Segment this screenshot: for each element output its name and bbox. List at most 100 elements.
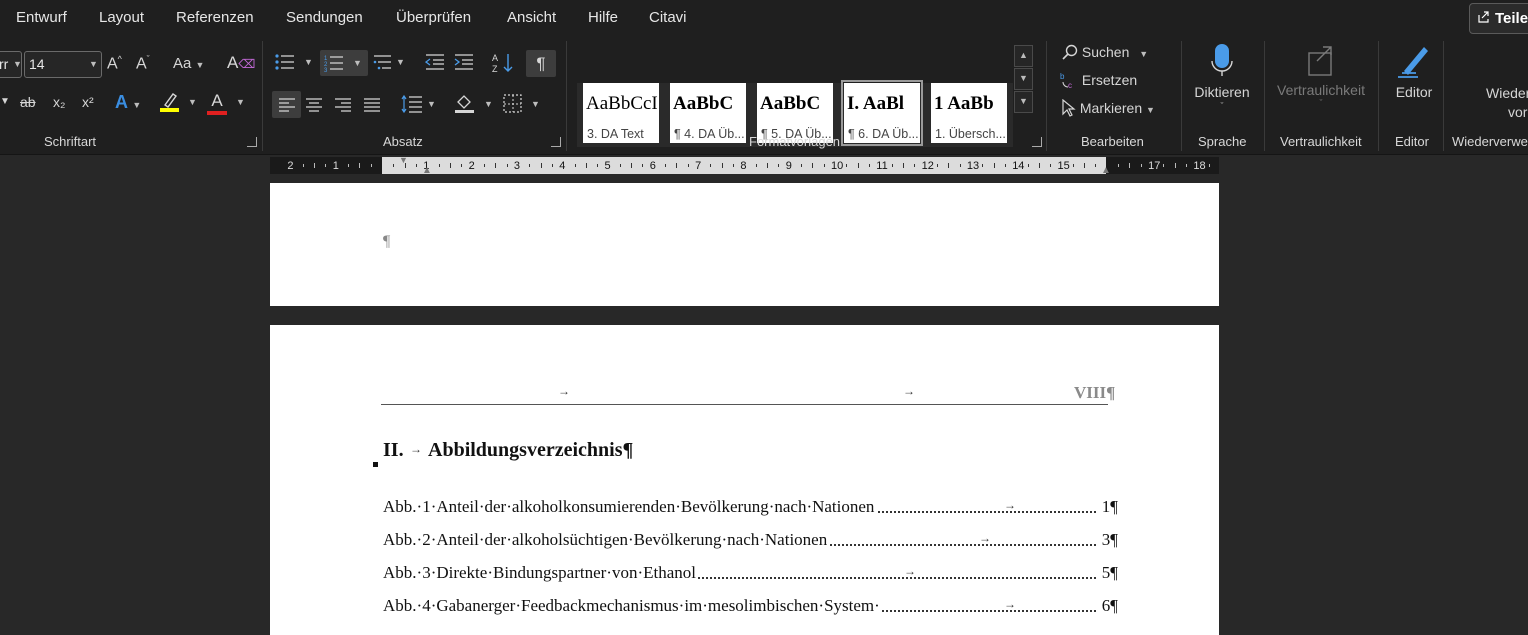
reuse-files-button-line1[interactable]: Wieder [1486, 85, 1528, 101]
group-label-editor: Editor [1395, 134, 1429, 149]
decrease-indent-icon[interactable] [424, 53, 445, 74]
justify-icon[interactable] [363, 97, 381, 116]
font-name-select[interactable]: rr ▼ [0, 51, 22, 78]
font-size-select[interactable]: 14 ▼ [24, 51, 102, 78]
clear-formatting-icon[interactable]: A⌫ [227, 53, 255, 73]
editor-button[interactable]: Editor [1390, 43, 1438, 113]
ruler-tick [348, 164, 350, 167]
sensitivity-button[interactable]: Vertraulichkeit ˇ [1276, 43, 1366, 123]
font-dialog-launcher-icon[interactable] [247, 137, 257, 147]
menu-sendungen[interactable]: Sendungen [286, 9, 363, 26]
dictate-button[interactable]: Diktieren ˇ [1194, 43, 1250, 123]
ruler-tick [438, 164, 440, 167]
ruler-number: 14 [1012, 160, 1025, 172]
style-card-ueberschrift-1[interactable]: 1 AaBb 1. Übersch... [931, 83, 1007, 143]
menu-ansicht[interactable]: Ansicht [507, 9, 556, 26]
toc-entry[interactable]: Abb.·2·Anteil·der·alkoholsüchtigen·Bevöl… [383, 530, 1118, 552]
gallery-scroll-down-icon[interactable]: ▼ [1014, 68, 1033, 90]
find-button[interactable]: Suchen ▼ [1062, 44, 1148, 60]
style-card-da-ueberschrift-6[interactable]: I. AaBl ¶ 6. DA Üb... [841, 80, 923, 146]
ruler-tick [823, 164, 825, 167]
ruler-tick [529, 164, 531, 167]
strikethrough-icon[interactable]: ab [20, 94, 36, 110]
gallery-scroll-up-icon[interactable]: ▲ [1014, 45, 1033, 67]
toc-entry[interactable]: Abb.·4·Gabanerger·Feedbackmechanismus·im… [383, 596, 1118, 618]
change-case-icon[interactable]: Aa ▼ [173, 55, 204, 72]
line-spacing-icon[interactable]: ▼ [401, 94, 436, 117]
paragraph-keep-marker [373, 462, 378, 467]
replace-icon: bc [1060, 72, 1072, 90]
align-left-icon[interactable] [272, 91, 301, 118]
document-page[interactable]: → → VIII¶ II. → Abbildungsverzeichnis¶ [270, 325, 1219, 635]
ruler-tick [540, 163, 542, 168]
ruler-tick [868, 164, 870, 167]
numbered-list-icon[interactable]: 123 ▼ [320, 50, 368, 76]
group-label-reuse: Wiederverwe [1452, 134, 1528, 149]
ruler-tick [857, 163, 859, 168]
share-button[interactable]: Teile [1469, 3, 1528, 34]
ruler-tick [631, 163, 633, 168]
gallery-expand-icon[interactable]: ▼ [1014, 91, 1033, 113]
microphone-icon [1211, 44, 1233, 76]
right-indent-marker-icon[interactable]: ▲ [1101, 165, 1111, 176]
menu-entwurf[interactable]: Entwurf [16, 9, 67, 26]
toc-entry[interactable]: Abb.·1·Anteil·der·alkoholkonsumierenden·… [383, 497, 1118, 519]
ruler-tick [461, 164, 463, 167]
ruler-tick [483, 164, 485, 167]
header-page-number: VIII¶ [1074, 383, 1116, 402]
sort-icon[interactable]: AZ [492, 52, 514, 77]
sensitivity-icon [1308, 46, 1332, 76]
ruler-tick [1050, 164, 1052, 167]
horizontal-ruler[interactable]: 2 1 1 2 3 4 5 6 7 8 9 10 11 12 13 14 15 17 18 ▼ ▲ ▲ [270, 155, 1219, 176]
ruler-number: 17 [1148, 160, 1161, 172]
ruler-tick [1072, 164, 1074, 167]
shrink-font-icon[interactable]: Aˇ [136, 54, 150, 73]
ruler-tick [449, 163, 451, 168]
style-card-da-text[interactable]: AaBbCcI 3. DA Text [583, 83, 659, 143]
paragraph-mark: ¶ [383, 233, 391, 250]
ruler-number: 9 [785, 160, 792, 172]
grow-font-icon[interactable]: A^ [107, 54, 122, 73]
tab-mark: → [903, 384, 915, 398]
heading-number: II. [383, 439, 404, 461]
ruler-number: 8 [740, 160, 747, 172]
style-card-da-ueberschrift-4[interactable]: AaBbC ¶ 4. DA Üb... [670, 83, 746, 143]
toc-entry-text: Abb.·3·Direkte·Bindungspartner·von·Ethan… [383, 563, 698, 583]
share-label: Teile [1495, 10, 1528, 27]
multilevel-list-icon[interactable]: ▼ [372, 53, 405, 74]
menu-layout[interactable]: Layout [99, 9, 144, 26]
toc-entry[interactable]: Abb.·3·Direkte·Bindungspartner·von·Ethan… [383, 563, 1118, 585]
styles-dialog-launcher-icon[interactable] [1032, 137, 1042, 147]
first-line-indent-marker-icon[interactable]: ▼ [399, 155, 408, 165]
align-center-icon[interactable] [305, 97, 323, 116]
borders-icon[interactable]: ▼ [503, 94, 540, 117]
menu-hilfe[interactable]: Hilfe [588, 9, 618, 26]
menu-ueberpruefen[interactable]: Überprüfen [396, 9, 471, 26]
ruler-number: 4 [559, 160, 566, 172]
superscript-icon[interactable]: x² [82, 94, 94, 110]
divider [1046, 41, 1047, 151]
text-effects-icon[interactable]: A ▼ [115, 92, 141, 113]
reuse-files-button-line2[interactable]: vor [1508, 104, 1527, 120]
paragraph-dialog-launcher-icon[interactable] [551, 137, 561, 147]
hanging-indent-marker-icon[interactable]: ▲ [422, 165, 432, 176]
shading-icon[interactable]: ▼ [454, 94, 493, 117]
menu-citavi[interactable]: Citavi [649, 9, 687, 26]
align-right-icon[interactable] [334, 97, 352, 116]
increase-indent-icon[interactable] [454, 53, 474, 74]
ruler-number: 2 [287, 160, 294, 172]
subscript-icon[interactable]: x₂ [53, 94, 65, 110]
ruler-number: 5 [604, 160, 611, 172]
font-color-icon[interactable]: A ▼ [207, 91, 245, 115]
show-formatting-marks-icon[interactable]: ¶ [526, 50, 556, 77]
ruler-tick [846, 164, 848, 167]
replace-button[interactable]: bc Ersetzen [1060, 71, 1137, 90]
underline-dropdown-icon[interactable]: ▼ [0, 96, 10, 107]
document-page[interactable]: ¶ [270, 183, 1219, 306]
ruler-number: 7 [695, 160, 702, 172]
select-button[interactable]: Markieren ▼ [1062, 98, 1155, 117]
menu-referenzen[interactable]: Referenzen [176, 9, 254, 26]
highlight-icon[interactable]: ▼ [160, 91, 197, 116]
ruler-tick [619, 164, 621, 167]
bullet-list-icon[interactable]: ▼ [275, 53, 313, 74]
